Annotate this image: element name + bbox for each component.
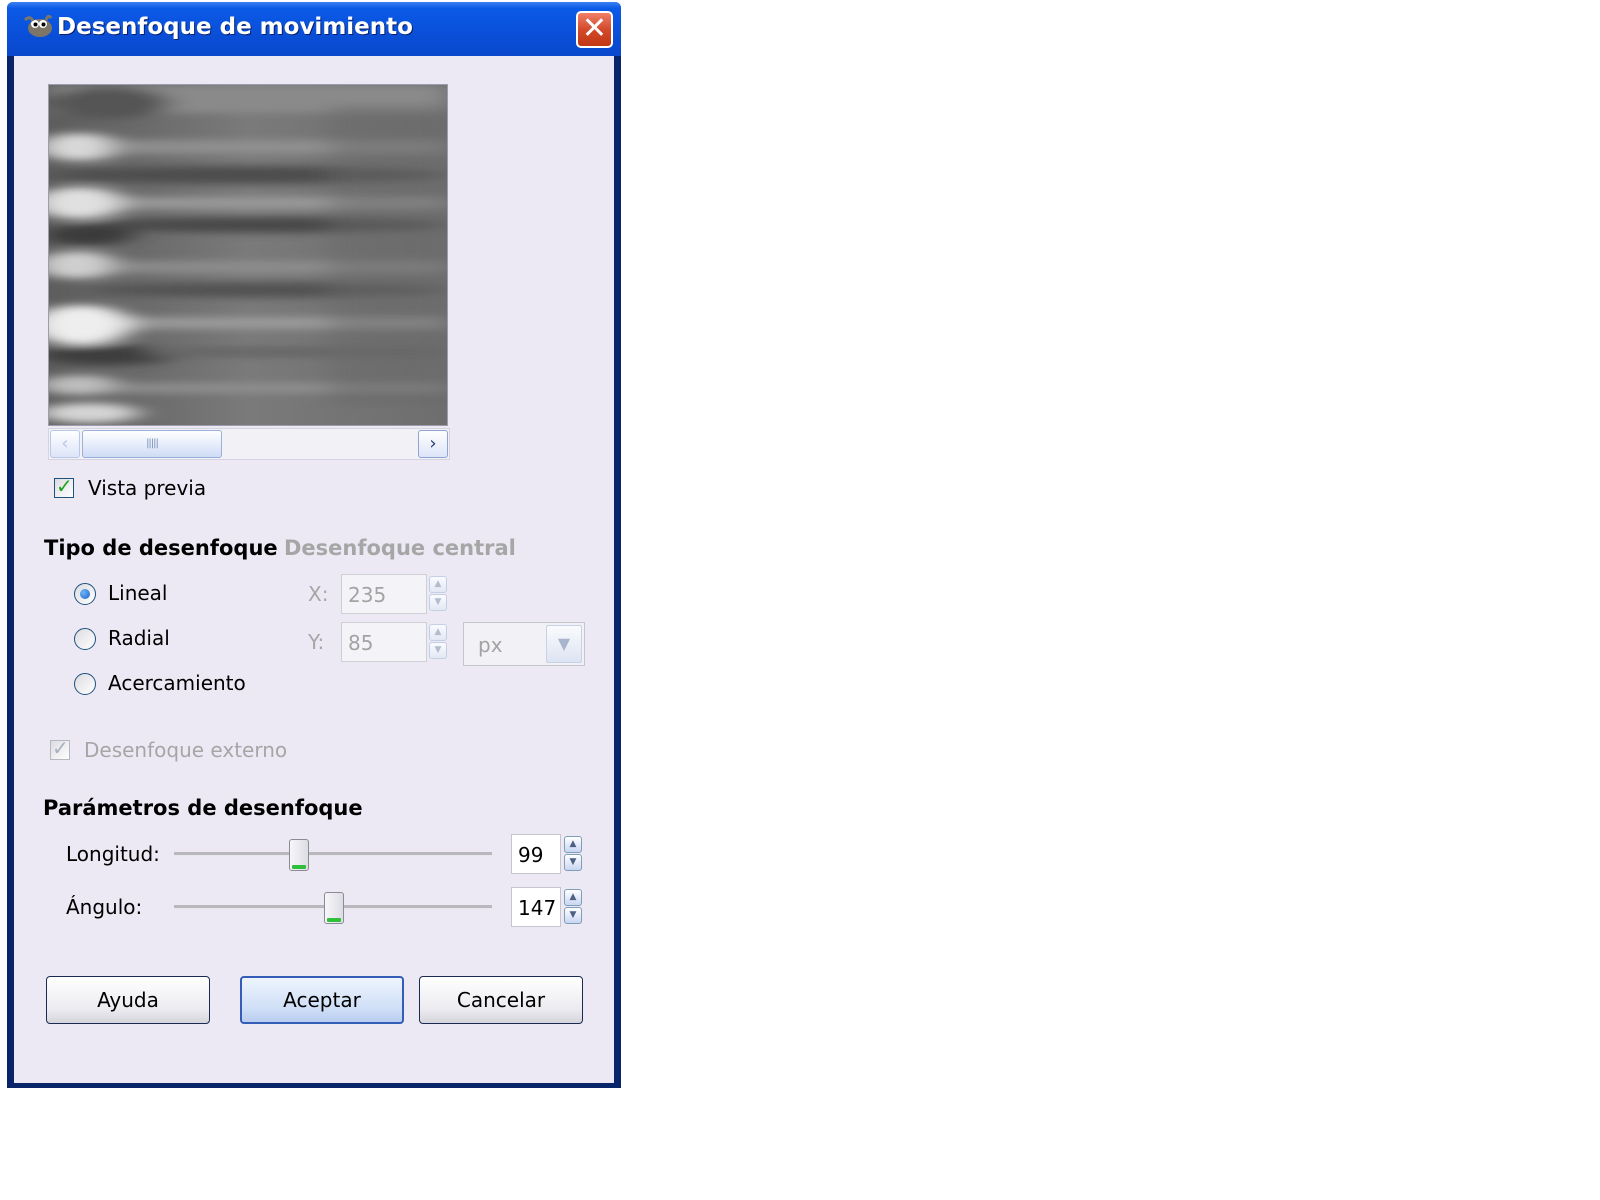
window-title: Desenfoque de movimiento bbox=[57, 14, 413, 40]
increment-icon[interactable]: ▲ bbox=[564, 889, 582, 906]
center-y-input[interactable]: 85 bbox=[341, 622, 427, 662]
decrement-icon[interactable]: ▼ bbox=[429, 642, 447, 659]
center-x-input[interactable]: 235 bbox=[341, 574, 427, 614]
dialog-content: ‹ ||||| › ✓ Vista previa Tipo de desenfo… bbox=[14, 56, 614, 1083]
angle-slider-thumb[interactable] bbox=[324, 892, 344, 924]
angle-value: 147 bbox=[518, 896, 557, 920]
increment-icon[interactable]: ▲ bbox=[429, 576, 447, 593]
scroll-left-button[interactable]: ‹ bbox=[50, 430, 80, 458]
chevron-down-icon[interactable]: ▼ bbox=[546, 625, 582, 663]
center-x-stepper[interactable]: ▲ ▼ bbox=[429, 576, 447, 612]
length-slider-thumb[interactable] bbox=[289, 839, 309, 871]
help-button[interactable]: Ayuda bbox=[46, 976, 210, 1024]
chevron-right-icon: › bbox=[429, 433, 437, 454]
cancel-button[interactable]: Cancelar bbox=[419, 976, 583, 1024]
center-x-label: X: bbox=[308, 582, 329, 606]
radio-radial-label: Radial bbox=[108, 626, 170, 650]
radio-zoom-label: Acercamiento bbox=[108, 671, 246, 695]
outward-blur-checkbox[interactable]: ✓ bbox=[50, 736, 70, 760]
increment-icon[interactable]: ▲ bbox=[429, 624, 447, 641]
close-icon: ✕ bbox=[581, 11, 608, 46]
checkmark-icon: ✓ bbox=[56, 474, 73, 498]
length-value: 99 bbox=[518, 843, 544, 867]
preview-label: Vista previa bbox=[88, 476, 207, 500]
angle-input[interactable]: 147 bbox=[511, 887, 561, 927]
blur-center-heading: Desenfoque central bbox=[284, 536, 516, 560]
ok-button[interactable]: Aceptar bbox=[240, 976, 404, 1024]
dialog-window: Desenfoque de movimiento ✕ ‹ ||||| › ✓ V… bbox=[7, 2, 621, 1088]
center-y-value: 85 bbox=[348, 631, 374, 655]
chevron-left-icon: ‹ bbox=[61, 433, 69, 454]
center-y-label: Y: bbox=[308, 630, 325, 654]
angle-label: Ángulo: bbox=[66, 895, 143, 919]
radio-linear[interactable] bbox=[74, 583, 96, 605]
center-y-stepper[interactable]: ▲ ▼ bbox=[429, 624, 447, 660]
length-label: Longitud: bbox=[66, 842, 160, 866]
preview-image[interactable] bbox=[48, 84, 448, 426]
radio-linear-label: Lineal bbox=[108, 581, 168, 605]
increment-icon[interactable]: ▲ bbox=[564, 836, 582, 853]
length-stepper[interactable]: ▲ ▼ bbox=[564, 836, 582, 872]
decrement-icon[interactable]: ▼ bbox=[564, 907, 582, 924]
unit-select[interactable]: px ▼ bbox=[463, 622, 585, 666]
length-input[interactable]: 99 bbox=[511, 834, 561, 874]
outward-blur-label: Desenfoque externo bbox=[84, 738, 288, 762]
preview-horizontal-scrollbar[interactable]: ‹ ||||| › bbox=[48, 428, 450, 460]
grip-icon: ||||| bbox=[146, 438, 159, 449]
length-slider-track[interactable] bbox=[174, 852, 492, 856]
angle-stepper[interactable]: ▲ ▼ bbox=[564, 889, 582, 925]
unit-value: px bbox=[478, 633, 503, 657]
radio-radial[interactable] bbox=[74, 628, 96, 650]
preview-checkbox[interactable]: ✓ bbox=[54, 474, 74, 498]
checkmark-icon: ✓ bbox=[52, 736, 69, 760]
decrement-icon[interactable]: ▼ bbox=[564, 854, 582, 871]
decrement-icon[interactable]: ▼ bbox=[429, 594, 447, 611]
scroll-thumb[interactable]: ||||| bbox=[82, 430, 222, 458]
radio-zoom[interactable] bbox=[74, 673, 96, 695]
scroll-right-button[interactable]: › bbox=[418, 430, 448, 458]
center-x-value: 235 bbox=[348, 583, 387, 607]
close-button[interactable]: ✕ bbox=[576, 11, 613, 48]
blur-params-heading: Parámetros de desenfoque bbox=[43, 796, 363, 820]
gimp-icon bbox=[21, 12, 55, 40]
title-bar[interactable]: Desenfoque de movimiento ✕ bbox=[7, 2, 621, 56]
blur-type-heading: Tipo de desenfoque bbox=[44, 536, 278, 560]
